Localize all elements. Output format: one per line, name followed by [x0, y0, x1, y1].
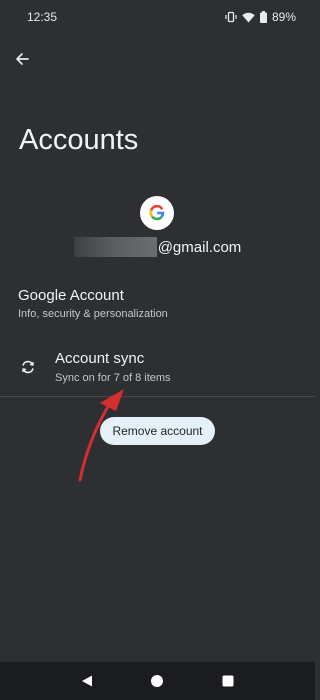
- sync-icon: [22, 360, 34, 374]
- account-sync-item[interactable]: Account sync Sync on for 7 of 8 items: [0, 344, 315, 394]
- avatar: [140, 196, 174, 230]
- battery-icon: [259, 11, 267, 23]
- email-redaction: [73, 237, 157, 257]
- wifi-icon: [242, 12, 255, 22]
- page-title: Accounts: [19, 124, 139, 156]
- recents-square-icon: [222, 675, 234, 687]
- status-icons: 89%: [225, 10, 296, 24]
- back-button[interactable]: [10, 47, 34, 71]
- status-bar: 12:35 89%: [0, 0, 315, 34]
- nav-back-button[interactable]: [75, 669, 99, 693]
- google-g-icon: [149, 205, 165, 221]
- nav-recents-button[interactable]: [216, 669, 240, 693]
- battery-percent: 89%: [271, 10, 296, 24]
- status-time: 12:35: [27, 10, 58, 24]
- google-account-subtitle: Info, security & personalization: [18, 308, 168, 320]
- google-account-title: Google Account: [18, 287, 124, 304]
- divider: [0, 396, 315, 397]
- account-sync-title: Account sync: [55, 350, 145, 367]
- nav-home-button[interactable]: [145, 669, 169, 693]
- remove-account-button[interactable]: Remove account: [100, 417, 215, 445]
- account-sync-subtitle: Sync on for 7 of 8 items: [55, 372, 171, 384]
- arrow-back-icon: [16, 53, 29, 65]
- back-triangle-icon: [82, 675, 93, 687]
- navigation-bar: [0, 662, 315, 700]
- account-email: @gmail.com: [0, 237, 315, 257]
- vibrate-icon: [225, 11, 237, 23]
- home-circle-icon: [151, 675, 164, 687]
- email-suffix: @gmail.com: [157, 238, 242, 256]
- google-account-item[interactable]: Google Account Info, security & personal…: [0, 284, 315, 328]
